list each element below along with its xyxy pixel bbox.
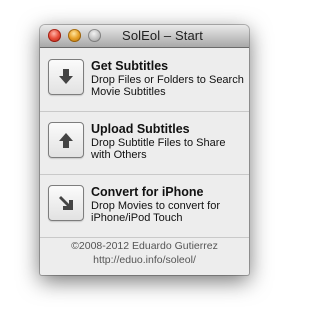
arrow-down-icon (59, 69, 73, 84)
convert-iphone-button[interactable] (48, 185, 84, 221)
app-window: SolEol – Start Get Subtitles Drop Files … (40, 25, 249, 275)
get-subtitles-button[interactable] (48, 59, 84, 95)
upload-subtitles-row[interactable]: Upload Subtitles Drop Subtitle Files to … (40, 112, 249, 175)
upload-subtitles-button[interactable] (48, 122, 84, 158)
upload-subtitles-title: Upload Subtitles (91, 122, 190, 136)
convert-iphone-description: Drop Movies to convert for iPhone/iPod T… (91, 200, 220, 224)
copyright-text: ©2008-2012 Eduardo Gutierrez (71, 240, 218, 252)
window-title: SolEol – Start (40, 28, 249, 43)
footer: ©2008-2012 Eduardo Gutierrez http://eduo… (40, 239, 249, 267)
title-bar[interactable]: SolEol – Start (40, 25, 249, 48)
get-subtitles-title: Get Subtitles (91, 59, 169, 73)
convert-iphone-row[interactable]: Convert for iPhone Drop Movies to conver… (40, 175, 249, 238)
get-subtitles-description: Drop Files or Folders to Search Movie Su… (91, 74, 244, 98)
website-link[interactable]: http://eduo.info/soleol/ (40, 253, 249, 267)
convert-iphone-title: Convert for iPhone (91, 185, 204, 199)
arrow-diagonal-icon (59, 196, 73, 210)
arrow-up-icon (59, 133, 73, 148)
window-title-text: SolEol – Start (122, 28, 203, 43)
get-subtitles-row[interactable]: Get Subtitles Drop Files or Folders to S… (40, 49, 249, 112)
upload-subtitles-description: Drop Subtitle Files to Share with Others (91, 137, 226, 161)
